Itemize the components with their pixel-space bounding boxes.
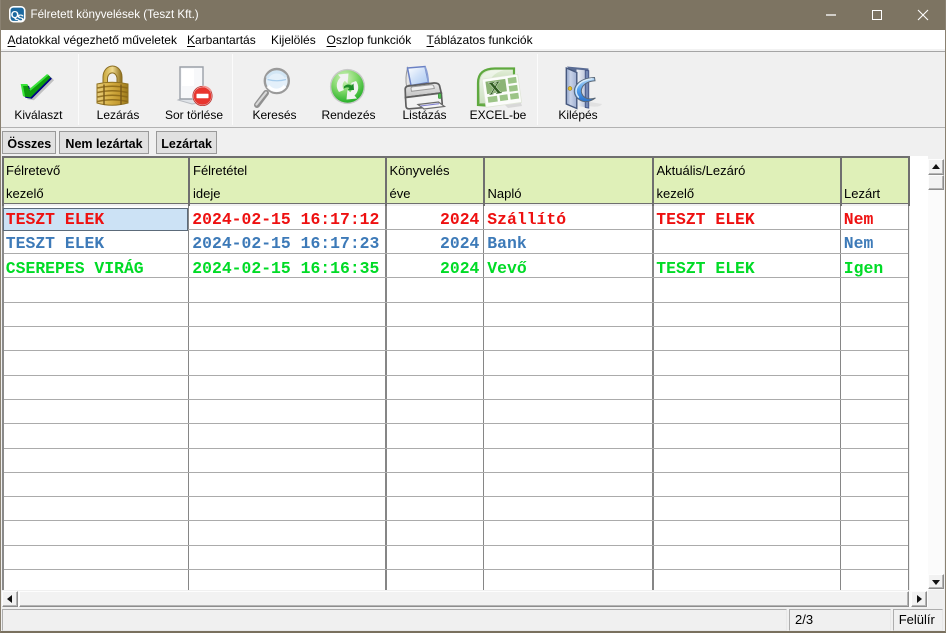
svg-text:S: S (17, 13, 24, 23)
